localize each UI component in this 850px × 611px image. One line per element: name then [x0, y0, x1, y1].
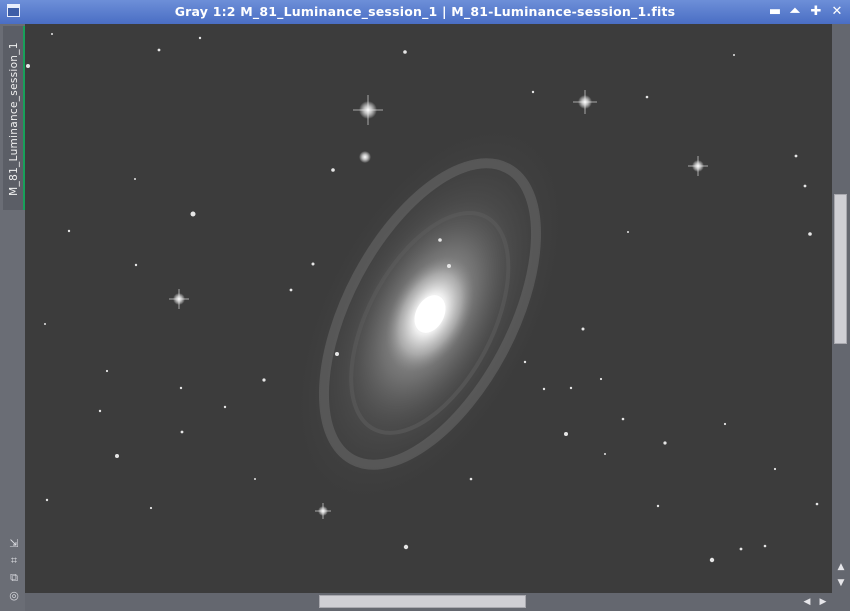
minimize-icon[interactable]: ▬	[767, 3, 783, 20]
scroll-down-icon[interactable]: ▼	[835, 577, 847, 589]
view-sidebar: M_81_Luminance_session_1 ⇲ ⌗ ⧉ ◎	[0, 24, 25, 611]
scroll-left-icon[interactable]: ◀	[801, 596, 813, 608]
scroll-up-icon[interactable]: ▲	[835, 561, 847, 573]
scrollbar-corner	[832, 593, 850, 611]
title-bar[interactable]: Gray 1:2 M_81_Luminance_session_1 | M_81…	[0, 0, 850, 24]
vertical-scrollbar[interactable]: ▲ ▼	[832, 24, 850, 593]
image-canvas[interactable]	[25, 24, 832, 593]
horizontal-scroll-thumb[interactable]	[319, 595, 526, 608]
zoom-fit-icon[interactable]: ⇲	[7, 537, 21, 551]
galaxy-image	[26, 33, 819, 563]
view-tab[interactable]: M_81_Luminance_session_1	[3, 26, 25, 210]
shade-icon[interactable]: ⏶	[787, 3, 803, 20]
view-tab-label: M_81_Luminance_session_1	[8, 42, 20, 196]
close-icon[interactable]: ✕	[829, 3, 845, 20]
image-window: Gray 1:2 M_81_Luminance_session_1 | M_81…	[0, 0, 850, 611]
vertical-scroll-thumb[interactable]	[834, 194, 847, 344]
maximize-icon[interactable]: ✚	[808, 3, 824, 20]
crosshair-icon[interactable]: ⌗	[7, 554, 21, 568]
clone-icon[interactable]: ⧉	[7, 571, 21, 585]
horizontal-scrollbar[interactable]: ◀ ▶	[25, 593, 832, 611]
scroll-right-icon[interactable]: ▶	[817, 596, 829, 608]
target-icon[interactable]: ◎	[7, 589, 21, 603]
window-title: Gray 1:2 M_81_Luminance_session_1 | M_81…	[174, 4, 676, 19]
